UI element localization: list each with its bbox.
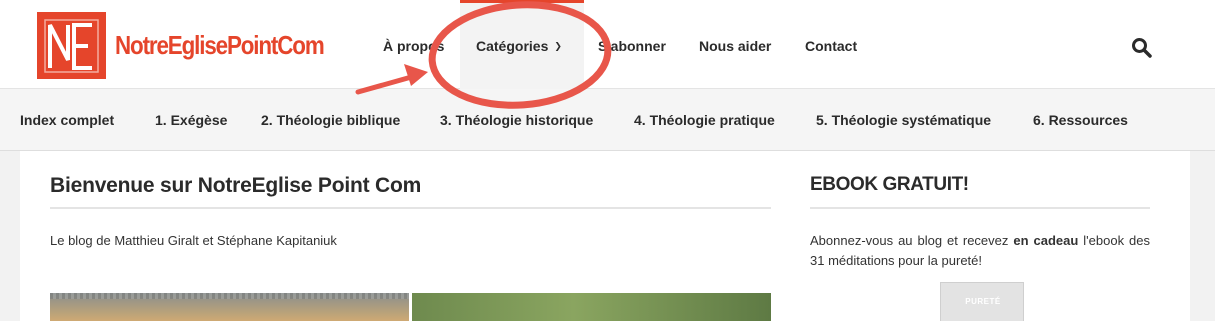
site-header: NotreEglisePointCom À propos Catégories ❯… (0, 0, 1215, 89)
sidebar-text-bold: en cadeau (1013, 233, 1079, 248)
category-label: 2. Théologie biblique (261, 112, 401, 128)
category-label: 5. Théologie systématique (816, 112, 992, 128)
category-label: 6. Ressources (1033, 112, 1128, 128)
chevron-down-icon: ❯ (554, 41, 562, 51)
category-exegese[interactable]: 1. Exégèse (155, 112, 227, 128)
sidebar-text: Abonnez-vous au blog et recevez en cadea… (810, 231, 1150, 271)
category-theologie-systematique[interactable]: 5. Théologie systématique (816, 112, 991, 128)
category-label: 1. Exégèse (155, 112, 228, 128)
category-ressources[interactable]: 6. Ressources (1033, 112, 1128, 128)
nav-item-categories[interactable]: Catégories ❯ (476, 38, 562, 54)
nav-item-label: Catégories (476, 38, 549, 54)
site-name: NotreEglisePointCom (115, 30, 325, 60)
intro-text: Le blog de Matthieu Giralt et Stéphane K… (50, 233, 337, 248)
nav-item-label: Nous aider (699, 38, 772, 54)
category-theologie-pratique[interactable]: 4. Théologie pratique (634, 112, 775, 128)
ebook-cover-title: PURETÉ (965, 297, 1001, 306)
page-title: Bienvenue sur NotreEglise Point Com (50, 174, 422, 197)
category-label: 3. Théologie historique (440, 112, 594, 128)
nav-item-label: S'abonner (598, 38, 666, 54)
post-thumbnail[interactable] (50, 293, 409, 321)
category-label: 4. Théologie pratique (634, 112, 775, 128)
category-bar: Index complet 1. Exégèse 2. Théologie bi… (0, 89, 1215, 151)
nav-item-a-propos[interactable]: À propos (383, 38, 444, 54)
search-icon[interactable] (1131, 37, 1153, 59)
sidebar-divider (810, 207, 1150, 209)
category-theologie-historique[interactable]: 3. Théologie historique (440, 112, 593, 128)
sidebar-text-start: Abonnez-vous au blog et recevez (810, 233, 1014, 248)
sidebar-title: EBOOK GRATUIT! (810, 174, 969, 195)
ebook-cover[interactable]: PURETÉ (940, 282, 1024, 321)
category-index-complet[interactable]: Index complet (20, 112, 114, 128)
nav-item-nous-aider[interactable]: Nous aider (699, 38, 771, 54)
post-thumbnail[interactable] (412, 293, 771, 321)
title-divider (50, 207, 771, 209)
nav-item-label: Contact (805, 38, 858, 54)
site-logo[interactable]: NotreEglisePointCom (37, 12, 358, 79)
nav-item-sabonner[interactable]: S'abonner (598, 38, 666, 54)
nav-item-contact[interactable]: Contact (805, 38, 857, 54)
nav-item-label: À propos (383, 38, 445, 54)
main-content: Bienvenue sur NotreEglise Point Com Le b… (20, 151, 1190, 321)
category-theologie-biblique[interactable]: 2. Théologie biblique (261, 112, 400, 128)
logo-mark (37, 12, 106, 79)
category-label: Index complet (20, 112, 115, 128)
